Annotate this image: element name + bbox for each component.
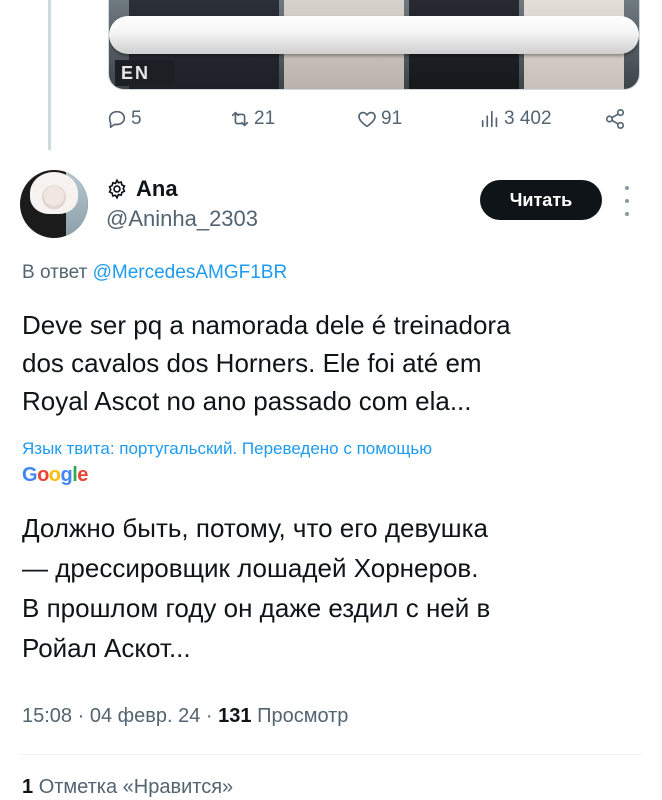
gear-icon <box>108 178 126 200</box>
tweet-date[interactable]: 04 февр. 24 <box>90 705 201 727</box>
reply-count: 5 <box>131 108 142 129</box>
like-icon <box>358 111 376 128</box>
views-button[interactable]: 3 402 <box>479 108 552 130</box>
more-dot <box>625 186 629 190</box>
author-name-row[interactable]: Ana <box>106 176 178 202</box>
likes-label: Отметка «Нравится» <box>38 776 234 798</box>
avatar[interactable] <box>20 170 88 238</box>
follow-button[interactable]: Читать <box>480 180 602 220</box>
share-icon <box>605 109 625 129</box>
tweet-time[interactable]: 15:08 <box>22 705 72 727</box>
reply-to-line: В ответ @MercedesAMGF1BR <box>22 262 287 284</box>
meta-separator: · <box>205 705 213 727</box>
reply-button[interactable]: 5 <box>106 108 142 130</box>
likes-total: 1 <box>22 776 34 798</box>
translation-note[interactable]: Язык твита: португальский. Переведено с … <box>22 439 432 459</box>
likes-summary[interactable]: 1 Отметка «Нравится» <box>22 776 233 799</box>
author-display-name: Ana <box>136 176 178 201</box>
media-sign: EN <box>115 60 175 86</box>
like-count: 91 <box>381 108 403 129</box>
reply-to-prefix: В ответ <box>22 262 88 283</box>
share-button[interactable] <box>604 108 626 130</box>
author-handle[interactable]: @Aninha_2303 <box>106 206 258 232</box>
divider <box>20 754 642 755</box>
more-icon[interactable] <box>620 186 634 216</box>
retweet-count: 21 <box>254 108 276 129</box>
retweet-button[interactable]: 21 <box>229 108 275 130</box>
media-railing <box>109 16 639 54</box>
more-dot <box>625 199 629 203</box>
tweet-action-bar: 5 21 91 3 402 <box>106 108 636 138</box>
more-dot <box>625 212 629 216</box>
avatar-hair <box>30 172 78 214</box>
meta-separator: · <box>77 705 85 727</box>
translated-text: Должно быть, потому, что его девушка — д… <box>22 513 491 663</box>
views-label: Просмотр <box>257 705 349 727</box>
tweet-media-image[interactable]: EN <box>108 0 640 90</box>
views-icon <box>481 110 498 128</box>
google-logo: Google <box>22 464 88 486</box>
reply-to-handle-link[interactable]: @MercedesAMGF1BR <box>93 262 288 283</box>
views-count: 3 402 <box>504 108 552 129</box>
tweet-meta: 15:08 · 04 февр. 24 · 131 Просмотр <box>22 705 348 728</box>
views-total: 131 <box>218 705 252 727</box>
tweet-text: Deve ser pq a namorada dele é treinadora… <box>22 310 511 416</box>
like-button[interactable]: 91 <box>356 108 402 130</box>
retweet-icon <box>231 111 249 127</box>
thread-line <box>48 0 51 150</box>
reply-icon <box>108 110 126 129</box>
